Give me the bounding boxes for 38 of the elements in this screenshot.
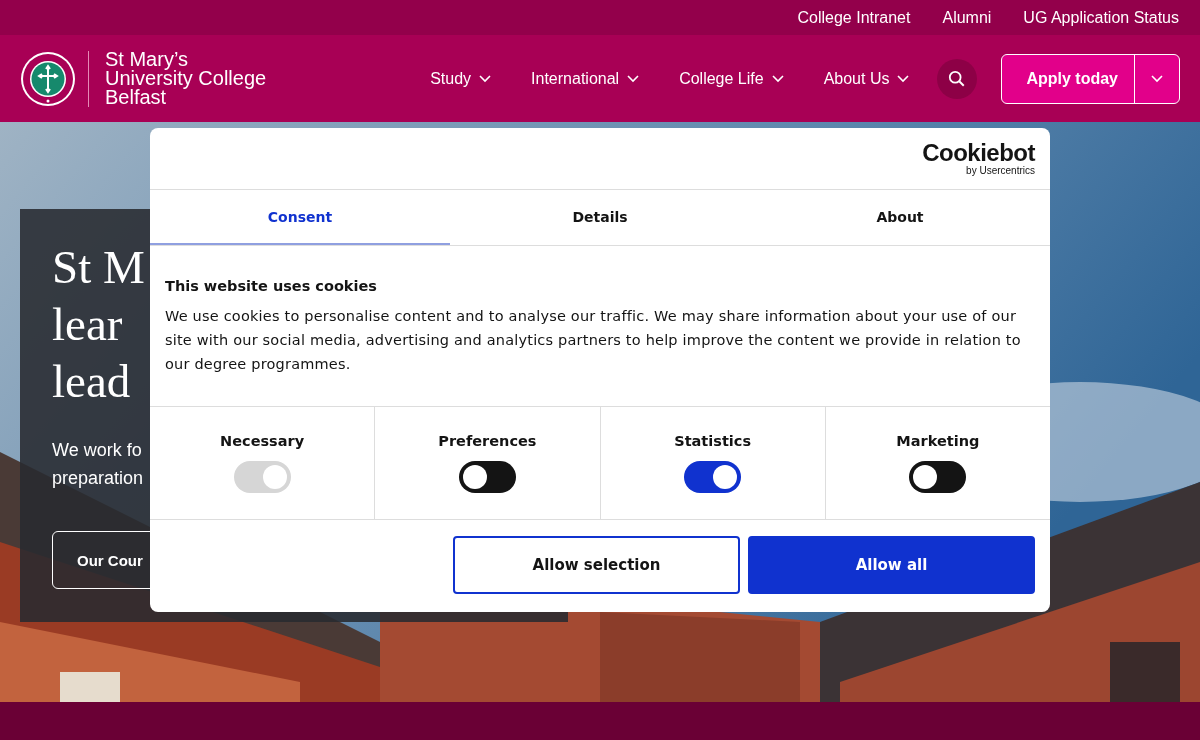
top-link[interactable]: Alumni bbox=[942, 8, 992, 27]
nav-menu-item[interactable]: Study bbox=[430, 69, 492, 88]
consent-button[interactable]: Allow selection bbox=[453, 536, 740, 594]
chevron-down-icon bbox=[1151, 74, 1163, 83]
nav-menu-item[interactable]: About Us bbox=[823, 69, 910, 88]
dialog-title: This website uses cookies bbox=[165, 278, 378, 294]
chevron-down-icon bbox=[627, 74, 640, 83]
toggle-label: Marketing bbox=[896, 433, 980, 449]
logo-subtitle: by Usercentrics bbox=[966, 165, 1035, 176]
top-link[interactable]: College Intranet bbox=[797, 8, 911, 27]
chevron-down-icon bbox=[771, 74, 784, 83]
college-name[interactable]: University College bbox=[105, 69, 267, 88]
hero-heading: lead bbox=[52, 354, 131, 409]
toggle-label: Necessary bbox=[220, 433, 305, 449]
toggle-switch[interactable] bbox=[684, 461, 742, 493]
top-link[interactable]: UG Application Status bbox=[1023, 8, 1179, 27]
dialog-tab[interactable]: About bbox=[750, 190, 1050, 245]
consent-button[interactable]: Allow all bbox=[748, 536, 1035, 594]
hero-heading: lear bbox=[52, 297, 123, 352]
hero-text: We work fo bbox=[52, 439, 142, 462]
toggle-switch[interactable] bbox=[458, 461, 516, 493]
toggle-label: Preferences bbox=[438, 433, 537, 449]
college-seal-icon[interactable] bbox=[20, 50, 76, 107]
chevron-down-icon bbox=[897, 74, 910, 83]
hero-heading: St M bbox=[52, 240, 145, 295]
chevron-down-icon bbox=[479, 74, 492, 83]
dialog-tab[interactable]: Details bbox=[450, 190, 750, 245]
nav-menu-item[interactable]: College Life bbox=[679, 69, 784, 88]
dialog-text: We use cookies to personalise content and to analyse our traffic. We may share information about your use of our site with our social media, advertising and analytics partners to help improve the content we provide in relation to our degree programmes. bbox=[165, 307, 1022, 374]
cookiebot-logo: Cookiebot bbox=[922, 141, 1035, 165]
college-name[interactable]: Belfast bbox=[105, 88, 267, 107]
nav-menu-item[interactable]: International bbox=[531, 69, 640, 88]
toggle-switch[interactable] bbox=[909, 461, 967, 493]
dialog-tab[interactable]: Consent bbox=[150, 190, 450, 245]
search-icon bbox=[948, 69, 967, 88]
hero-text: preparation bbox=[52, 467, 144, 490]
toggle-label: Statistics bbox=[674, 433, 752, 449]
college-name[interactable]: St Mary’s bbox=[105, 50, 267, 69]
